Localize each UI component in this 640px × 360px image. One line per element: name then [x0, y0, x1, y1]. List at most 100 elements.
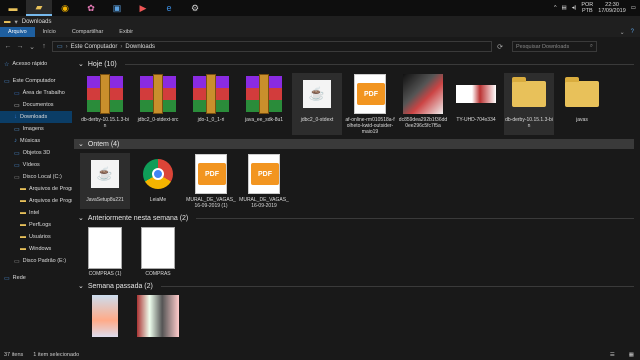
sidebar-item-perflogs[interactable]: ▬ PerfLogs	[0, 219, 72, 231]
sidebar-item-label: Disco Local (C:)	[22, 174, 62, 180]
title-bar: ▬ ▾ Downloads	[0, 16, 640, 27]
photo2-icon	[84, 295, 126, 337]
help-icon[interactable]: ?	[631, 29, 634, 35]
tab-arquivo[interactable]: Arquivo	[0, 27, 35, 37]
clock[interactable]: 22:30 17/09/2019	[598, 2, 626, 14]
large-icons-view-icon[interactable]: ▦	[629, 352, 634, 358]
chevron-down-icon[interactable]: ⌄	[78, 214, 84, 222]
disk-e-icon: ▭	[14, 258, 20, 265]
folder-icon[interactable]: ▬	[0, 0, 26, 16]
file-item[interactable]: java_ee_sdk-8u1	[239, 73, 289, 135]
sidebar-item-label: Arquivos de Progr	[29, 186, 72, 192]
volume-icon[interactable]: ◂)	[572, 5, 577, 11]
java-icon: ☕	[296, 73, 338, 115]
sidebar-item-label: Acesso rápido	[12, 61, 48, 67]
sidebar-item-quick-access[interactable]: ☆ Acesso rápido	[0, 58, 72, 70]
sidebar-item-music[interactable]: ♪ Músicas	[0, 135, 72, 147]
chevron-down-icon[interactable]: ⌄	[78, 60, 84, 68]
breadcrumb-computer[interactable]: Este Computador	[71, 44, 118, 50]
store-icon[interactable]: ▣	[104, 0, 130, 16]
file-name: TY-UHD-704x334	[456, 117, 496, 123]
network-icon[interactable]: ▤	[562, 5, 567, 11]
language-indicator[interactable]: POR PTB	[581, 2, 593, 14]
notification-icon[interactable]: ▭	[631, 5, 636, 11]
edge-icon[interactable]: e	[156, 0, 182, 16]
up-icon[interactable]: ↑	[40, 43, 48, 50]
back-icon[interactable]: ←	[4, 43, 12, 50]
forward-icon[interactable]: →	[16, 43, 24, 50]
sidebar-item-program-files-x86[interactable]: ▬ Arquivos de Progr	[0, 195, 72, 207]
chevron-up-icon[interactable]: ^	[554, 5, 557, 11]
tab-compartilhar[interactable]: Compartilhar	[64, 27, 111, 37]
file-item[interactable]	[133, 295, 183, 339]
group-title: Semana passada (2)	[87, 282, 153, 290]
file-item[interactable]: jdo-1_0_1-ri	[186, 73, 236, 135]
3d-objects-icon: ▭	[14, 150, 20, 157]
sidebar-item-users[interactable]: ▬ Usuários	[0, 231, 72, 243]
file-item[interactable]: db-derby-10.15.1.3-bin	[80, 73, 130, 135]
breadcrumb-downloads[interactable]: Downloads	[125, 44, 155, 50]
winrar-icon	[243, 73, 285, 115]
file-item[interactable]: db-derby-10.15.1.3-bin	[504, 73, 554, 135]
sidebar-item-pictures[interactable]: ▭ Imagens	[0, 123, 72, 135]
sidebar-item-program-files[interactable]: ▬ Arquivos de Progr	[0, 183, 72, 195]
file-item[interactable]: PDF MURAL_DE_VAGAS_16-09-2019 (1)	[186, 153, 236, 209]
refresh-icon[interactable]: ⟳	[496, 43, 504, 51]
media-icon[interactable]: ▶	[130, 0, 156, 16]
file-name: db-derby-10.15.1.3-bin	[505, 117, 553, 129]
sidebar-item-local-disk-c[interactable]: ▭ Disco Local (C:)	[0, 171, 72, 183]
lang-layout: PTB	[581, 8, 593, 14]
program-files-icon: ▬	[20, 186, 26, 192]
computer-icon: ▭	[57, 44, 63, 50]
address-bar[interactable]: ▭ › Este Computador › Downloads	[52, 41, 492, 52]
folder-small-icon: ▬	[4, 18, 11, 25]
tab-exibir[interactable]: Exibir	[111, 27, 141, 37]
chevron-down-icon[interactable]: ⌄	[620, 29, 625, 36]
sidebar-item-intel[interactable]: ▬ Intel	[0, 207, 72, 219]
file-item[interactable]: TY-UHD-704x334	[451, 73, 501, 135]
file-name: jdbc2_0-stdext	[300, 117, 334, 123]
file-item[interactable]: COMPRAS (1)	[80, 227, 130, 277]
sidebar-item-documents[interactable]: ▭ Documentos	[0, 99, 72, 111]
group-divider	[196, 217, 634, 219]
search-input[interactable]: Pesquisar Downloads ⌕	[512, 41, 597, 52]
tab-inicio[interactable]: Início	[35, 27, 64, 37]
file-item[interactable]: jdbc2_0-stdext-src	[133, 73, 183, 135]
sidebar-item-desktop[interactable]: ▭ Área de Trabalho	[0, 87, 72, 99]
group-semana-passada-header[interactable]: ⌄ Semana passada (2)	[74, 281, 634, 291]
sidebar-item-disk-e[interactable]: ▭ Disco Padrão (E:)	[0, 255, 72, 267]
photo3-icon	[137, 295, 179, 337]
pdf-label: PDF	[198, 163, 226, 185]
sidebar-item-3d-objects[interactable]: ▭ Objetos 3D	[0, 147, 72, 159]
chrome-icon	[137, 153, 179, 195]
file-item[interactable]: LeiaMe	[133, 153, 183, 209]
file-explorer-icon[interactable]: ▰	[26, 0, 52, 16]
file-item[interactable]: ☕ JavaSetup8u221	[80, 153, 130, 209]
music-icon: ♪	[14, 138, 17, 144]
file-item[interactable]	[80, 295, 130, 339]
chrome-icon[interactable]: ◉	[52, 0, 78, 16]
window-title: Downloads	[21, 18, 52, 25]
sidebar-item-network[interactable]: ▭ Rede	[0, 272, 72, 284]
file-item[interactable]: COMPRAS	[133, 227, 183, 277]
paint-icon[interactable]: ✿	[78, 0, 104, 16]
details-view-icon[interactable]: ☰	[610, 352, 615, 358]
chevron-down-icon[interactable]: ⌄	[78, 282, 84, 290]
chevron-down-icon[interactable]: ⌄	[78, 140, 84, 148]
file-item[interactable]: javas	[557, 73, 607, 135]
quick-access-toolbar[interactable]: ▾	[15, 18, 18, 26]
app-icon[interactable]: ⚙	[182, 0, 208, 16]
file-item[interactable]: PDF af-online-rm010518a-folheto-kwid-outs…	[345, 73, 395, 135]
recent-icon[interactable]: ⌄	[28, 43, 36, 51]
group-hoje-header[interactable]: ⌄ Hoje (10)	[74, 59, 634, 69]
sidebar-item-downloads[interactable]: ↓ Downloads	[0, 111, 72, 123]
sidebar-item-windows[interactable]: ▬ Windows	[0, 243, 72, 255]
sidebar-item-this-pc[interactable]: ▭ Este Computador	[0, 75, 72, 87]
file-item[interactable]: ☕ jdbc2_0-stdext	[292, 73, 342, 135]
group-ontem-header[interactable]: ⌄ Ontem (4)	[74, 139, 634, 149]
file-item[interactable]: PDF MURAL_DE_VAGAS_16-09-2019	[239, 153, 289, 209]
sidebar-item-videos[interactable]: ▭ Vídeos	[0, 159, 72, 171]
file-item[interactable]: dc859dea292b1f36dd0ee296c5fc7f5a	[398, 73, 448, 135]
pdf-icon: PDF	[190, 153, 232, 195]
group-anteriormente-header[interactable]: ⌄ Anteriormente nesta semana (2)	[74, 213, 634, 223]
